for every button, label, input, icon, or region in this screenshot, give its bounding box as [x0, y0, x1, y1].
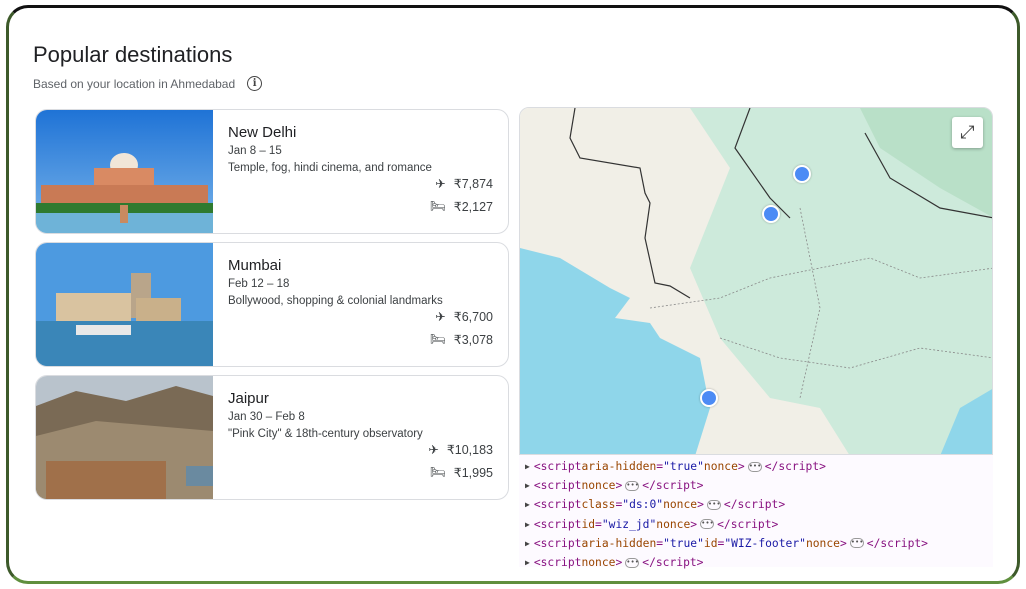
flight-price-value: ₹10,183: [447, 442, 493, 457]
attr-name: nonce: [656, 518, 690, 531]
hotel-price-value: ₹1,995: [454, 465, 493, 480]
tag-close: </script>: [765, 460, 826, 473]
location-text: Based on your location in Ahmedabad: [33, 77, 235, 91]
tag-gt: >: [697, 498, 704, 511]
dom-node-script[interactable]: ▶<script class="ds:0" nonce>•••</script>: [519, 495, 993, 514]
attr-value: "ds:0": [622, 498, 663, 511]
travel-dates: Jan 8 – 15: [228, 143, 493, 160]
city-name: Mumbai: [228, 257, 493, 274]
airplane-icon: ✈: [428, 442, 438, 457]
attr-name: id: [581, 518, 595, 531]
expand-triangle-icon[interactable]: ▶: [525, 481, 530, 490]
dom-node-script[interactable]: ▶ <script nonce>•••</script>: [519, 476, 993, 495]
tag-close: </script>: [642, 556, 703, 569]
tag-gt: >: [690, 518, 697, 531]
destination-card-jaipur[interactable]: Jaipur Jan 30 – Feb 8 "Pink City" & 18th…: [35, 375, 509, 500]
attr-name: aria-hidden: [581, 460, 656, 473]
bed-icon: 🛏: [430, 332, 446, 347]
dom-node-script[interactable]: ▶<script id="wiz_jd" nonce>•••</script>: [519, 515, 993, 534]
tag-open: <script: [534, 556, 582, 569]
new-delhi-image: [36, 110, 213, 233]
ellipsis-icon[interactable]: •••: [700, 519, 714, 529]
expand-triangle-icon[interactable]: ▶: [525, 558, 530, 567]
tag-open: <script: [534, 537, 582, 550]
attr-value: "true": [663, 460, 704, 473]
devtools-elements-panel: ▶<script aria-hidden="true" nonce>•••</s…: [519, 455, 993, 567]
ellipsis-icon[interactable]: •••: [707, 500, 721, 510]
destination-card-new-delhi[interactable]: New Delhi Jan 8 – 15 Temple, fog, hindi …: [35, 109, 509, 234]
attr-value: "wiz_jd": [602, 518, 656, 531]
ellipsis-icon[interactable]: •••: [625, 481, 639, 491]
attr-value: "true": [663, 537, 704, 550]
ellipsis-icon[interactable]: •••: [748, 462, 762, 472]
ellipsis-icon[interactable]: •••: [850, 538, 864, 548]
hotel-price-value: ₹2,127: [454, 199, 493, 214]
attr-name: aria-hidden: [581, 537, 656, 550]
expand-triangle-icon[interactable]: ▶: [525, 520, 530, 529]
description: Temple, fog, hindi cinema, and romance: [228, 160, 493, 177]
tag-gt: >: [615, 556, 622, 569]
expand-triangle-icon[interactable]: ▶: [525, 539, 530, 548]
tag-open: <script: [534, 479, 582, 492]
city-name: New Delhi: [228, 124, 493, 141]
tag-open: <script: [534, 498, 582, 511]
dom-node-script[interactable]: ▶<script aria-hidden="true" nonce>•••</s…: [519, 457, 993, 476]
hotel-price: 🛏 ₹3,078: [430, 332, 493, 347]
expand-icon: ⤢: [960, 122, 974, 143]
attr-name: id: [704, 537, 718, 550]
info-icon[interactable]: i: [247, 76, 262, 91]
tag-gt: >: [615, 479, 622, 492]
ellipsis-icon[interactable]: •••: [625, 558, 639, 568]
expand-triangle-icon[interactable]: ▶: [525, 500, 530, 509]
expand-triangle-icon[interactable]: ▶: [525, 462, 530, 471]
description: "Pink City" & 18th-century observatory: [228, 426, 493, 443]
bed-icon: 🛏: [430, 465, 446, 480]
airplane-icon: ✈: [435, 176, 445, 191]
flight-price: ✈ ₹7,874: [435, 176, 493, 191]
city-name: Jaipur: [228, 390, 493, 407]
destination-card-mumbai[interactable]: Mumbai Feb 12 – 18 Bollywood, shopping &…: [35, 242, 509, 367]
hotel-price: 🛏 ₹2,127: [430, 199, 493, 214]
page-title: Popular destinations: [33, 42, 232, 68]
hotel-price: 🛏 ₹1,995: [430, 465, 493, 480]
tag-open: <script: [534, 518, 582, 531]
attr-name: nonce: [704, 460, 738, 473]
attr-value: "WIZ-footer": [724, 537, 806, 550]
tag-close: </script>: [724, 498, 785, 511]
jaipur-image: [36, 376, 213, 499]
travel-dates: Feb 12 – 18: [228, 276, 493, 293]
tag-close: </script>: [717, 518, 778, 531]
tag-gt: >: [840, 537, 847, 550]
flight-price: ✈ ₹10,183: [428, 442, 493, 457]
attr-name: nonce: [581, 479, 615, 492]
map-pin-mumbai[interactable]: [700, 389, 718, 407]
expand-map-button[interactable]: ⤢: [952, 117, 983, 148]
tag-close: </script>: [642, 479, 703, 492]
airplane-icon: ✈: [435, 309, 445, 324]
flight-price: ✈ ₹6,700: [435, 309, 493, 324]
dom-node-script[interactable]: ▶ <script nonce>•••</script>: [519, 553, 993, 572]
dom-node-script[interactable]: ▶<script aria-hidden="true" id="WIZ-foot…: [519, 534, 993, 553]
attr-name: nonce: [663, 498, 697, 511]
map-canvas: [520, 108, 993, 455]
flight-price-value: ₹7,874: [454, 176, 493, 191]
tag-close: </script>: [867, 537, 928, 550]
map-pin-jaipur[interactable]: [762, 205, 780, 223]
attr-name: nonce: [581, 556, 615, 569]
attr-name: nonce: [806, 537, 840, 550]
subtitle: Based on your location in Ahmedabad i: [33, 76, 262, 91]
mumbai-image: [36, 243, 213, 366]
tag-open: <script: [534, 460, 582, 473]
destinations-map[interactable]: ⤢: [519, 107, 993, 455]
map-pin-new-delhi[interactable]: [793, 165, 811, 183]
flight-price-value: ₹6,700: [454, 309, 493, 324]
attr-name: class: [581, 498, 615, 511]
bed-icon: 🛏: [430, 199, 446, 214]
travel-dates: Jan 30 – Feb 8: [228, 409, 493, 426]
hotel-price-value: ₹3,078: [454, 332, 493, 347]
tag-gt: >: [738, 460, 745, 473]
description: Bollywood, shopping & colonial landmarks: [228, 293, 493, 310]
